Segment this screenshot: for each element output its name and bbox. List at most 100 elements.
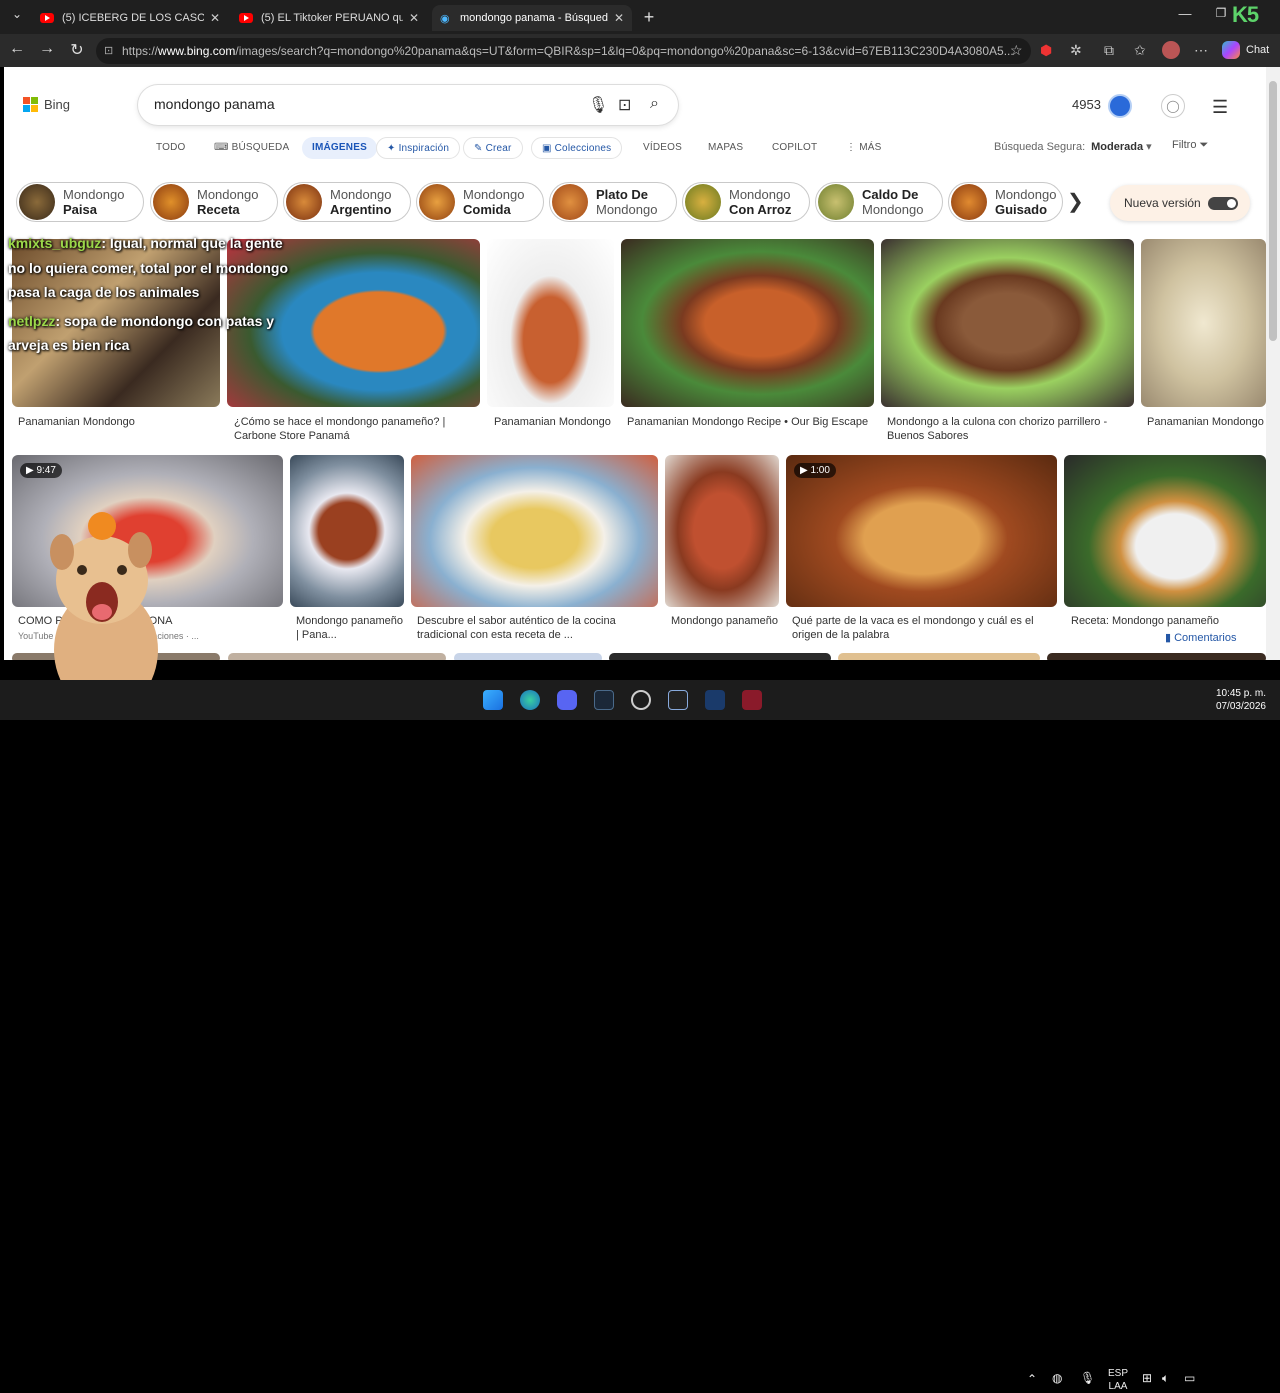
new-version-toggle[interactable]: Nueva versión — [1110, 185, 1250, 221]
result-caption[interactable]: Receta: Mondongo panameño — [1071, 614, 1266, 628]
nav-todo[interactable]: TODO — [156, 137, 186, 159]
result-image-10[interactable] — [665, 455, 779, 607]
chat-label[interactable]: Chat — [1246, 44, 1269, 56]
chip-6[interactable]: Caldo De Mondongo — [815, 182, 943, 222]
minimize-icon[interactable]: — — [1174, 6, 1196, 21]
tray-app-icon[interactable]: ◍ — [1052, 1371, 1062, 1385]
result-image-6[interactable] — [1141, 239, 1266, 407]
hamburger-menu-icon[interactable]: ☰ — [1212, 97, 1228, 118]
chip-0[interactable]: Mondongo Paisa — [16, 182, 144, 222]
result-caption[interactable]: Panamanian Mondongo — [18, 415, 218, 429]
close-icon[interactable]: ✕ — [210, 11, 220, 25]
battery-icon[interactable]: ▭ — [1184, 1371, 1195, 1385]
microphone-icon[interactable]: 🎙︎ — [1080, 1371, 1095, 1385]
app-icon[interactable] — [742, 690, 762, 710]
start-windows-icon[interactable] — [483, 690, 503, 710]
edge-icon[interactable] — [520, 690, 540, 710]
system-clock[interactable]: 10:45 p. m. 07/03/2026 — [1208, 687, 1266, 713]
rewards-points[interactable]: 4953 — [1072, 97, 1101, 112]
discord-icon[interactable] — [557, 690, 577, 710]
tab-1[interactable]: (5) ICEBERG DE LOS CASOS EXTRA ✕ — [32, 5, 228, 31]
toggle-switch[interactable] — [1208, 197, 1238, 210]
chip-3[interactable]: Mondongo Comida — [416, 182, 544, 222]
chip-1[interactable]: Mondongo Receta — [150, 182, 278, 222]
search-input[interactable]: mondongo panama — [154, 96, 275, 112]
filter-button[interactable]: Filtro ⏷ — [1172, 139, 1208, 152]
network-icon[interactable]: ⊞ — [1142, 1371, 1152, 1385]
split-screen-icon[interactable]: ⧉ — [1104, 42, 1114, 59]
restore-icon[interactable]: ❐ — [1210, 6, 1232, 20]
result-caption[interactable]: Descubre el sabor auténtico de la cocina… — [417, 614, 657, 642]
chip-5[interactable]: Mondongo Con Arroz — [682, 182, 810, 222]
tab-actions-chevron-icon[interactable]: ⌄ — [6, 7, 28, 21]
favorite-star-icon[interactable]: ☆ — [1010, 42, 1023, 59]
close-icon[interactable]: ✕ — [614, 11, 624, 25]
microphone-icon[interactable]: 🎙︎ — [588, 95, 608, 115]
result-image-row3[interactable] — [609, 653, 831, 660]
url-field[interactable]: ⊡ https://www.bing.com/images/search?q=m… — [96, 38, 1031, 64]
result-image-12[interactable] — [1064, 455, 1266, 607]
back-arrow-icon[interactable]: ← — [6, 40, 28, 58]
nav-mas[interactable]: ⋮ MÁS — [846, 137, 881, 159]
safe-search[interactable]: Búsqueda Segura: Moderada ▾ — [994, 140, 1152, 153]
user-account-icon[interactable]: ◯ — [1161, 94, 1185, 118]
nav-colecciones[interactable]: ▣ Colecciones — [531, 137, 623, 159]
bing-logo[interactable]: Bing — [23, 97, 70, 112]
result-image-8[interactable] — [290, 455, 404, 607]
result-caption[interactable]: Mondongo a la culona con chorizo parrill… — [887, 415, 1132, 443]
nav-mapas[interactable]: MAPAS — [708, 137, 743, 159]
result-caption[interactable]: Mondongo panameño — [671, 614, 779, 628]
copilot-icon[interactable] — [1222, 41, 1240, 59]
close-icon[interactable]: ✕ — [409, 11, 419, 25]
chip-7[interactable]: Mondongo Guisado — [948, 182, 1063, 222]
result-image-4[interactable] — [621, 239, 874, 407]
search-icon[interactable]: ⌕ — [650, 95, 659, 113]
chip-4[interactable]: Plato De Mondongo — [549, 182, 677, 222]
refresh-icon[interactable]: ↻ — [66, 40, 88, 60]
extensions-icon[interactable]: ✲ — [1070, 42, 1082, 59]
nav-inspiracion[interactable]: ✦ Inspiración — [376, 137, 461, 159]
result-caption[interactable]: ¿Cómo se hace el mondongo panameño? | Ca… — [234, 415, 474, 443]
volume-icon[interactable]: 🔈︎ — [1162, 1371, 1169, 1386]
steam-icon[interactable] — [594, 690, 614, 710]
profile-avatar[interactable] — [1162, 41, 1180, 59]
tray-chevron-up-icon[interactable]: ⌃ — [1027, 1372, 1037, 1386]
rewards-medal-icon[interactable] — [1108, 94, 1132, 118]
nav-busqueda[interactable]: ⌨ BÚSQUEDA — [214, 137, 289, 159]
result-caption[interactable]: Qué parte de la vaca es el mondongo y cu… — [792, 614, 1047, 642]
feedback-button[interactable]: ▮ Comentarios — [1159, 627, 1243, 648]
result-image-row3[interactable] — [454, 653, 602, 660]
result-image-9[interactable] — [411, 455, 658, 607]
result-image-row3[interactable] — [838, 653, 1040, 660]
tab-3-active[interactable]: ◉ mondongo panama - Búsqueda In ✕ — [432, 5, 632, 31]
app-icon[interactable] — [705, 690, 725, 710]
audio-app-icon[interactable] — [668, 690, 688, 710]
result-caption[interactable]: Mondongo panameño | Pana... — [296, 614, 404, 642]
nav-videos[interactable]: VÍDEOS — [643, 137, 682, 159]
visual-search-icon[interactable]: ⊡ — [618, 95, 631, 115]
nav-imagenes[interactable]: IMÁGENES — [302, 137, 377, 159]
nav-copilot[interactable]: COPILOT — [772, 137, 817, 159]
obs-icon[interactable] — [631, 690, 651, 710]
language-indicator[interactable]: ESP LAA — [1108, 1367, 1128, 1393]
site-info-icon[interactable]: ⊡ — [104, 38, 113, 64]
extension-shield-icon[interactable]: ⬢ — [1040, 42, 1052, 59]
result-image-row3[interactable] — [1047, 653, 1266, 660]
result-image-3[interactable] — [487, 239, 614, 407]
chip-2[interactable]: Mondongo Argentino — [283, 182, 411, 222]
nav-crear[interactable]: ✎ Crear — [463, 137, 523, 159]
page-scrollbar[interactable] — [1266, 67, 1280, 660]
favorites-icon[interactable]: ✩ — [1134, 42, 1146, 59]
result-image-5[interactable] — [881, 239, 1134, 407]
chevron-right-icon[interactable]: ❯ — [1067, 189, 1084, 214]
result-caption[interactable]: Panamanian Mondongo — [494, 415, 614, 429]
result-caption[interactable]: Panamanian Mondongo Recipe • Our Big Esc… — [627, 415, 872, 429]
result-video-2[interactable]: ▶ 1:00 — [786, 455, 1057, 607]
search-box[interactable]: mondongo panama 🎙︎ ⊡ ⌕ — [138, 85, 678, 125]
tab-2[interactable]: (5) EL Tiktoker PERUANO que esta ✕ — [231, 5, 427, 31]
scrollbar-thumb[interactable] — [1269, 81, 1277, 341]
new-tab-plus-icon[interactable]: + — [638, 7, 660, 28]
more-menu-icon[interactable]: ⋯ — [1194, 42, 1208, 59]
result-caption[interactable]: Panamanian Mondongo — [1147, 415, 1265, 429]
forward-arrow-icon[interactable]: → — [36, 40, 58, 58]
